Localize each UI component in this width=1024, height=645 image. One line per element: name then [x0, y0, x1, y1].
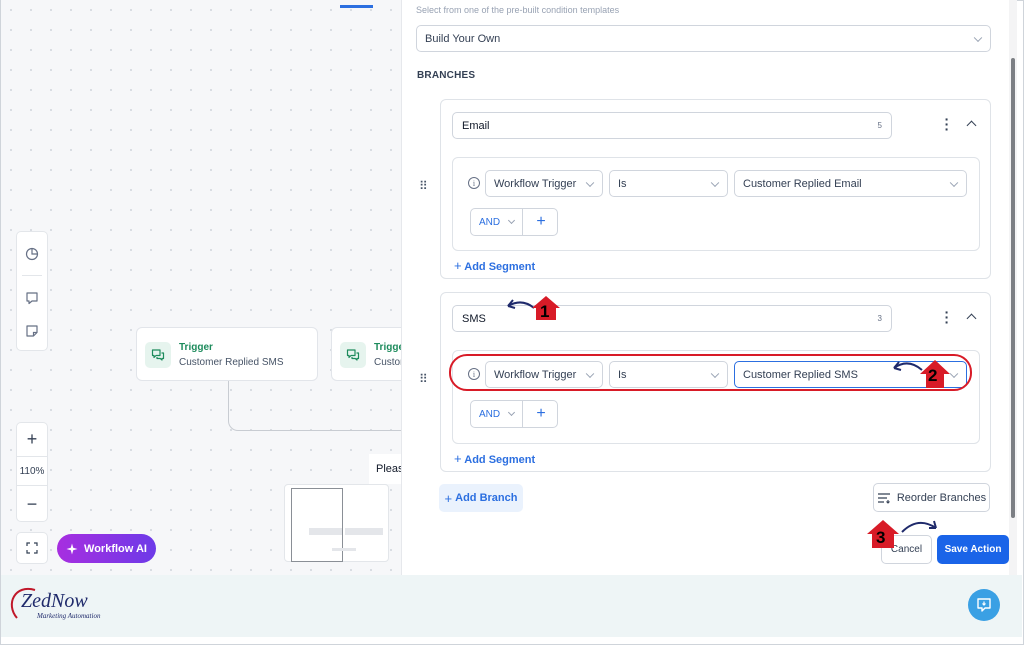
plus-icon: + [454, 258, 462, 273]
add-segment-link[interactable]: + Add Segment [454, 258, 535, 273]
minimap-node [309, 528, 342, 535]
chat-icon [145, 342, 171, 368]
zoom-level: 110% [17, 456, 47, 486]
annotation-number-2: 2 [928, 366, 938, 385]
trigger-node[interactable]: Trigger Customer Replied SMS [331, 327, 401, 381]
node-connector [228, 381, 401, 431]
branch-card-email: Email 5 · · · i Workflow Trigger Is Custom… [440, 99, 991, 279]
workflow-ai-button[interactable]: Workflow AI [57, 534, 156, 563]
add-condition-button[interactable]: + [524, 401, 558, 427]
zoom-controls: + 110% − [16, 422, 48, 522]
node-title: Trigger [374, 342, 401, 353]
chevron-up-icon[interactable] [966, 313, 977, 324]
tooltip: Pleas [369, 454, 401, 484]
annotation-number-3: 3 [876, 528, 886, 547]
condition-field-select[interactable]: Workflow Trigger [485, 170, 603, 197]
support-chat-icon[interactable] [968, 589, 1000, 621]
more-options-icon[interactable]: · · · [944, 112, 950, 136]
active-tab-indicator [340, 5, 373, 8]
branch-name-input[interactable]: Email 5 [452, 112, 892, 139]
fit-view-icon[interactable] [16, 532, 48, 564]
more-options-icon[interactable]: · · · [944, 305, 950, 329]
minimap-node [345, 528, 383, 535]
logo-tagline: Marketing Automation [37, 612, 101, 620]
condition-value: Customer Replied Email [743, 177, 862, 190]
scrollbar-thumb[interactable] [1011, 58, 1015, 518]
template-helper-text: Select from one of the pre-built conditi… [416, 5, 620, 15]
and-label: AND [479, 216, 501, 228]
info-icon[interactable]: i [468, 177, 480, 189]
logo-wordmark: ZedNow [21, 590, 88, 612]
drag-handle-icon[interactable]: ⠿ [419, 373, 428, 389]
trigger-node[interactable]: Trigger Customer Replied SMS [136, 327, 318, 381]
segment-box: i Workflow Trigger Is Customer Replied E… [452, 157, 980, 251]
add-segment-label: Add Segment [464, 261, 536, 273]
toolbar-divider [22, 275, 42, 276]
zoom-in-button[interactable]: + [17, 424, 47, 454]
node-subtitle: Customer Replied SMS [374, 357, 401, 368]
chevron-down-icon [710, 178, 720, 187]
chevron-down-icon [973, 33, 983, 42]
chevron-down-icon [507, 216, 516, 225]
condition-field-value: Workflow Trigger [494, 177, 577, 190]
condition-operator-value: Is [618, 177, 627, 190]
chevron-up-icon[interactable] [966, 120, 977, 131]
chevron-down-icon [949, 178, 959, 187]
canvas-toolbar [16, 231, 48, 351]
branch-name-value: SMS [462, 312, 486, 325]
and-or-select[interactable]: AND [471, 209, 523, 235]
add-segment-label: Add Segment [464, 454, 536, 466]
character-count: 3 [877, 314, 882, 323]
comment-icon[interactable] [17, 283, 47, 313]
template-select-value: Build Your Own [425, 32, 501, 45]
add-branch-label: Add Branch [455, 492, 518, 504]
minimap-node [332, 548, 356, 551]
sticky-note-icon[interactable] [17, 316, 47, 346]
node-subtitle: Customer Replied SMS [179, 357, 284, 368]
branch-name-value: Email [462, 119, 490, 132]
workflow-ai-label: Workflow AI [84, 542, 147, 555]
annotation-arrow-2 [893, 360, 950, 388]
template-select[interactable]: Build Your Own [416, 25, 991, 52]
reorder-branches-button[interactable]: Reorder Branches [873, 483, 990, 512]
condition-value-select[interactable]: Customer Replied Email [734, 170, 967, 197]
annotation-arrow-1 [507, 296, 560, 320]
chevron-down-icon [507, 408, 516, 417]
chat-icon [340, 342, 366, 368]
annotation-number-1: 1 [540, 302, 550, 321]
and-label: AND [479, 408, 501, 420]
and-or-group: AND + [470, 400, 558, 428]
branches-heading: BRANCHES [417, 70, 476, 81]
minimap[interactable] [284, 484, 389, 562]
add-branch-button[interactable]: + Add Branch [439, 484, 523, 512]
plus-icon: + [454, 451, 462, 466]
zoom-out-button[interactable]: − [17, 489, 47, 519]
zednow-logo: ZedNow Marketing Automation [5, 584, 115, 624]
character-count: 5 [877, 121, 882, 130]
add-condition-button[interactable]: + [524, 209, 558, 235]
condition-operator-select[interactable]: Is [609, 170, 728, 197]
save-action-button[interactable]: Save Action [937, 535, 1009, 564]
sparkle-icon [66, 543, 78, 554]
reorder-icon [877, 492, 890, 504]
and-or-select[interactable]: AND [471, 401, 523, 427]
reorder-branches-label: Reorder Branches [896, 491, 987, 504]
chevron-down-icon [585, 178, 595, 187]
footer-strip [1, 575, 1022, 637]
drag-handle-icon[interactable]: ⠿ [419, 180, 428, 196]
plus-icon: + [444, 490, 453, 506]
history-icon[interactable] [17, 239, 47, 269]
add-segment-link[interactable]: + Add Segment [454, 451, 535, 466]
and-or-group: AND + [470, 208, 558, 236]
node-title: Trigger [179, 342, 213, 353]
